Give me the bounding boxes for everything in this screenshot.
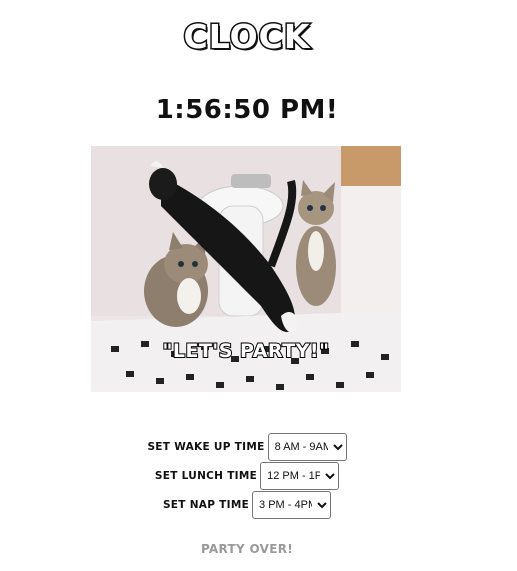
party-button[interactable]: PARTY OVER! (0, 541, 494, 557)
page-title: CLOCK (182, 16, 311, 58)
wake-up-select[interactable]: 8 AM - 9AM (267, 433, 347, 461)
nap-label: SET NAP TIME (162, 499, 250, 511)
nap-select[interactable]: 3 PM - 4PM (252, 491, 332, 519)
image-caption: "LET'S PARTY!" (161, 339, 330, 363)
wake-up-row: SET WAKE UP TIME 8 AM - 9AM (0, 433, 494, 461)
lol-cat-image: "LET'S PARTY!" (91, 146, 401, 392)
wake-up-label: SET WAKE UP TIME (147, 441, 265, 453)
clock-time: 1:56:50 PM! (155, 95, 339, 125)
lunch-label: SET LUNCH TIME (154, 470, 258, 482)
lunch-select[interactable]: 12 PM - 1PM (260, 462, 340, 490)
nap-row: SET NAP TIME 3 PM - 4PM (0, 491, 494, 519)
lunch-row: SET LUNCH TIME 12 PM - 1PM (0, 462, 494, 490)
